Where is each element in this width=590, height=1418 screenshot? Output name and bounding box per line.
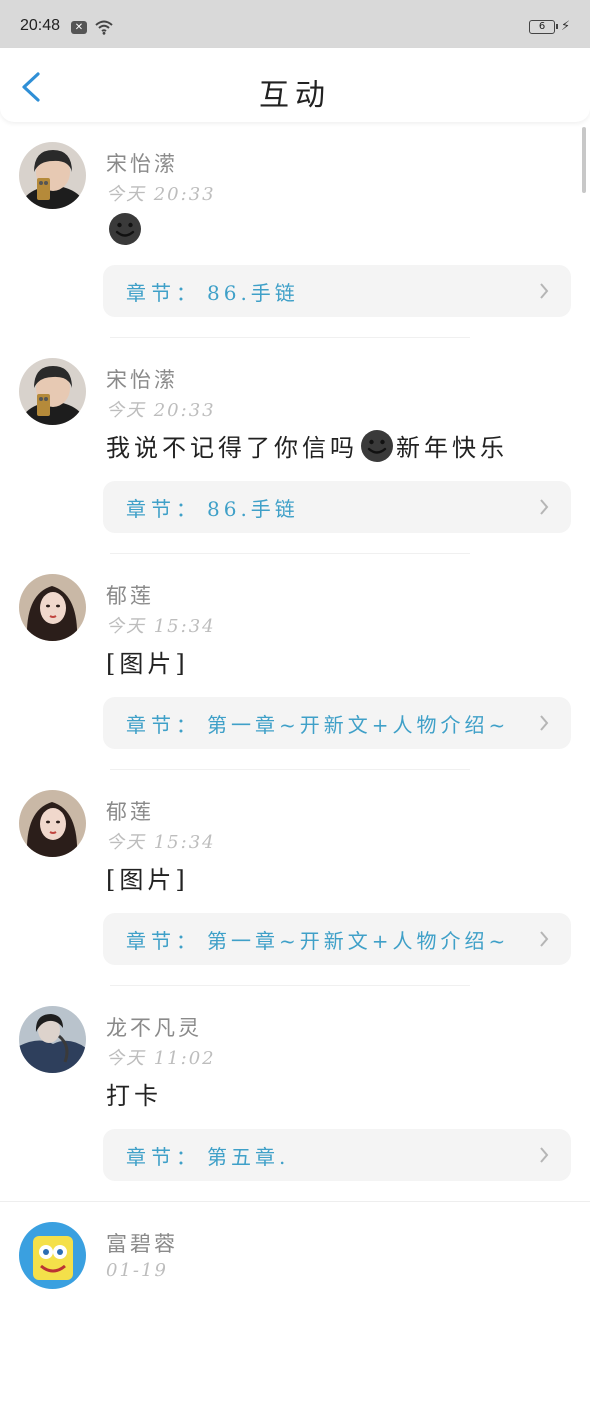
chevron-right-icon xyxy=(540,931,549,947)
list-item[interactable]: 龙不凡灵 今天 11:02 打卡 章节： 第五章. xyxy=(0,986,590,1202)
user-name[interactable]: 富碧蓉 xyxy=(106,1228,178,1258)
avatar[interactable] xyxy=(19,142,86,209)
chapter-link[interactable]: 章节： 86.手链 xyxy=(103,481,571,533)
chapter-link[interactable]: 章节： 86.手链 xyxy=(103,265,571,317)
timestamp: 01-19 xyxy=(106,1260,168,1281)
battery-icon: 6 xyxy=(529,20,558,34)
chapter-title: 第一章~开新文+人物介绍~ xyxy=(207,713,510,737)
comment-text-before: [图片] xyxy=(106,866,189,894)
chapter-link[interactable]: 章节： 第五章. xyxy=(103,1129,571,1181)
comment-text-before: 打卡 xyxy=(106,1082,162,1110)
chevron-right-icon xyxy=(540,715,549,731)
timestamp: 今天 15:34 xyxy=(106,832,216,853)
dark-smile-emoji-icon xyxy=(361,429,393,462)
comment-text: 我说不记得了你信吗 新年快乐 xyxy=(106,428,508,463)
battery-level: 6 xyxy=(538,21,546,32)
comment-text: [图片] xyxy=(106,644,189,679)
avatar[interactable] xyxy=(19,574,86,641)
top-bar: 互动 xyxy=(0,48,590,122)
user-name[interactable]: 宋怡潆 xyxy=(106,364,178,394)
timestamp: 今天 20:33 xyxy=(106,184,216,205)
avatar[interactable] xyxy=(19,358,86,425)
list-item[interactable]: 宋怡潆 今天 20:33 章节： 86.手链 xyxy=(0,122,590,338)
comment-text: 打卡 xyxy=(106,1076,162,1111)
chapter-title: 86.手链 xyxy=(207,497,299,521)
comment-text: [图片] xyxy=(106,860,189,895)
avatar[interactable] xyxy=(19,1222,86,1289)
chapter-title: 第一章~开新文+人物介绍~ xyxy=(207,929,510,953)
notification-icon: ✕ xyxy=(71,21,87,34)
list-item[interactable]: 郁莲 今天 15:34 [图片] 章节： 第一章~开新文+人物介绍~ xyxy=(0,554,590,770)
comment-text-before: 我说不记得了你信吗 xyxy=(106,434,358,462)
chapter-prefix: 章节： xyxy=(126,1145,201,1169)
comment-text-after: 新年快乐 xyxy=(396,434,508,462)
list-item[interactable]: 郁莲 今天 15:34 [图片] 章节： 第一章~开新文+人物介绍~ xyxy=(0,770,590,986)
user-name[interactable]: 郁莲 xyxy=(106,580,154,610)
avatar[interactable] xyxy=(19,1006,86,1073)
list-item[interactable]: 宋怡潆 今天 20:33 我说不记得了你信吗 新年快乐 章节： 86.手链 xyxy=(0,338,590,554)
interaction-list: 宋怡潆 今天 20:33 章节： 86.手链 宋怡潆 今天 20:33 我说不记… xyxy=(0,122,590,1418)
comment-text xyxy=(106,212,144,246)
user-name[interactable]: 宋怡潆 xyxy=(106,148,178,178)
timestamp: 今天 11:02 xyxy=(106,1048,216,1069)
status-bar: 20:48 ✕ 6 ⚡ xyxy=(0,0,590,48)
dark-smile-emoji-icon xyxy=(109,213,141,245)
wifi-icon xyxy=(95,20,113,35)
status-time: 20:48 xyxy=(20,17,61,34)
chapter-title: 第五章. xyxy=(207,1145,290,1169)
timestamp: 今天 20:33 xyxy=(106,400,216,421)
comment-text-before: [图片] xyxy=(106,650,189,678)
user-name[interactable]: 龙不凡灵 xyxy=(106,1012,202,1042)
chapter-prefix: 章节： xyxy=(126,929,201,953)
chapter-link[interactable]: 章节： 第一章~开新文+人物介绍~ xyxy=(103,913,571,965)
timestamp: 今天 15:34 xyxy=(106,616,216,637)
charging-icon: ⚡ xyxy=(561,19,571,34)
chapter-prefix: 章节： xyxy=(126,281,201,305)
list-item[interactable]: 富碧蓉 01-19 xyxy=(0,1202,590,1418)
chevron-right-icon xyxy=(540,283,549,299)
chevron-right-icon xyxy=(540,499,549,515)
user-name[interactable]: 郁莲 xyxy=(106,796,154,826)
avatar[interactable] xyxy=(19,790,86,857)
chevron-right-icon xyxy=(540,1147,549,1163)
chapter-title: 86.手链 xyxy=(207,281,299,305)
chapter-link[interactable]: 章节： 第一章~开新文+人物介绍~ xyxy=(103,697,571,749)
chapter-prefix: 章节： xyxy=(126,497,201,521)
page-title: 互动 xyxy=(259,78,331,113)
chapter-prefix: 章节： xyxy=(126,713,201,737)
